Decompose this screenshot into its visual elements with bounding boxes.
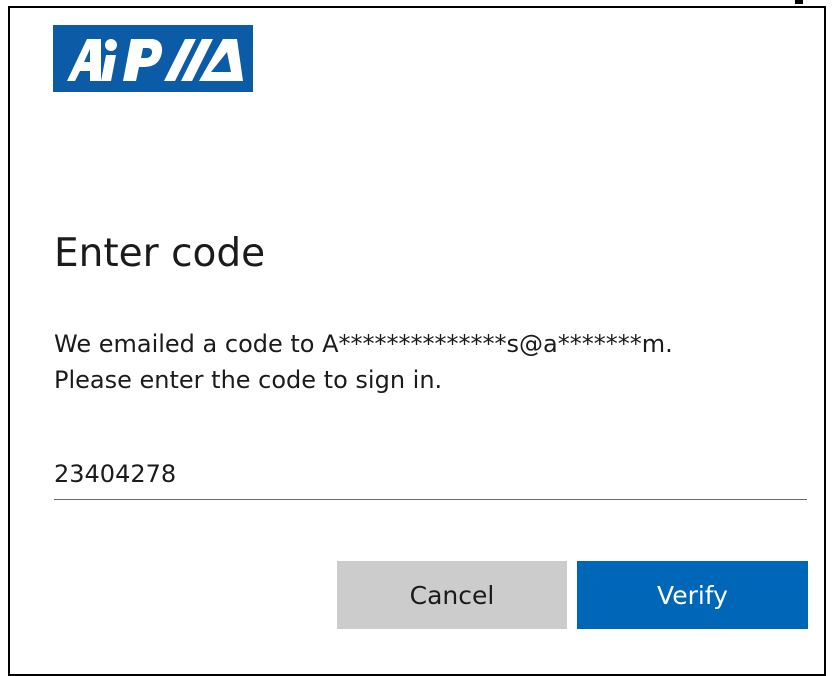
verify-button[interactable]: Verify (577, 561, 808, 629)
page-title: Enter code (54, 231, 266, 276)
aipsa-logo-icon (53, 25, 253, 92)
window-edge-mark (795, 0, 803, 4)
cancel-button[interactable]: Cancel (337, 561, 567, 629)
company-logo (53, 25, 253, 92)
instruction-line-email: We emailed a code to A**************s@a*… (54, 330, 673, 358)
verification-code-input[interactable] (54, 454, 807, 500)
sign-in-dialog: Enter code We emailed a code to A*******… (8, 6, 826, 676)
instruction-text: We emailed a code to A**************s@a*… (54, 326, 794, 398)
instruction-line-prompt: Please enter the code to sign in. (54, 366, 443, 394)
